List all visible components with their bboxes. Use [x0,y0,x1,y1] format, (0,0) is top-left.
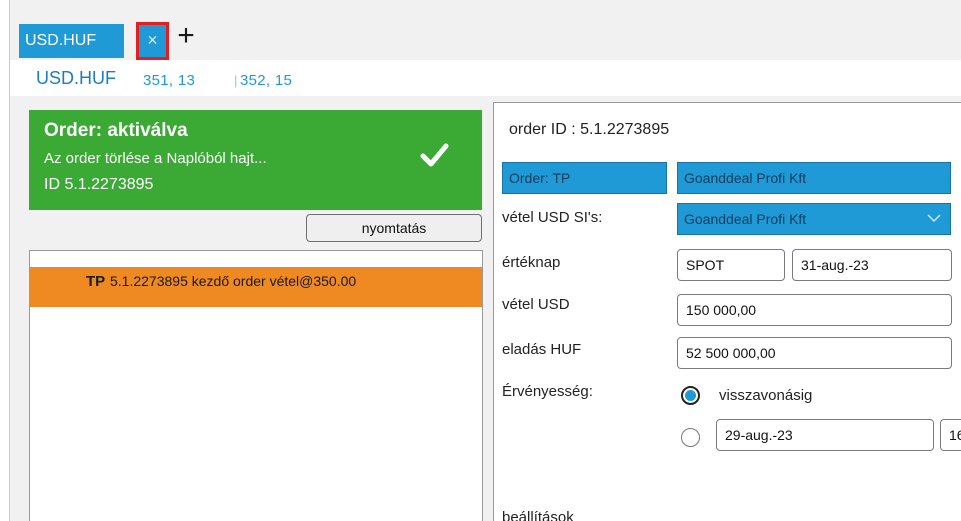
sell-amount-label: eladás HUF [502,341,582,358]
order-list-item[interactable]: TP 5.1.2273895 kezdő order vétel@350.00 [30,267,482,307]
order-summary: 5.1.2273895 kezdő order vétel@350.00 [110,273,357,289]
order-type-badge: Order: TP [502,162,667,194]
ask-rate: 352, 15 [240,72,293,89]
order-type-tag: TP [86,273,106,290]
app-frame: USD.HUF × + USD.HUF 351, 13 | 352, 15 Or… [9,0,961,521]
status-message: Az order törlése a Naplóból hajt... [44,150,267,167]
validity-date-radio[interactable] [681,428,700,447]
chevron-down-icon [927,214,941,223]
tab-bar: USD.HUF × + [10,11,961,60]
value-date-label: értéknap [502,254,561,271]
bid-rate: 351, 13 [143,72,196,89]
close-icon: × [147,30,158,50]
sell-amount-field[interactable]: 52 500 000,00 [677,337,952,369]
rate-separator: | [234,73,238,88]
status-order-id: ID 5.1.2273895 [44,176,154,193]
tab-label: USD.HUF [25,32,97,49]
counterparty-field: Goanddeal Profi Kft [677,162,951,194]
plus-icon: + [177,19,195,52]
order-type-row: Order: TP Goanddeal Profi Kft [494,162,961,194]
validity-date-field[interactable]: 29-aug.-23 [716,419,934,451]
order-status-banner: Order: aktiválva Az order törlése a Napl… [29,110,482,210]
value-date-field[interactable]: 31-aug.-23 [792,249,952,281]
tab-usd-huf[interactable]: USD.HUF [19,24,124,58]
print-button[interactable]: nyomtatás [306,214,482,242]
checkmark-icon [420,143,449,167]
buy-amount-field[interactable]: 150 000,00 [677,294,952,326]
window-edge [0,0,8,521]
validity-gtc-radio[interactable] [681,386,700,405]
ssi-label: vétel USD SI's: [502,209,603,226]
currency-pair: USD.HUF [36,68,116,88]
value-date-type-field[interactable]: SPOT [677,249,785,281]
order-list: TP 5.1.2273895 kezdő order vétel@350.00 [29,250,483,521]
validity-label: Érvényesség: [502,383,593,400]
validity-gtc-label: visszavonásig [719,387,813,404]
ssi-dropdown[interactable]: Goanddeal Profi Kft [677,203,951,235]
detail-order-id: order ID : 5.1.2273895 [509,121,670,138]
ssi-row: vétel USD SI's: Goanddeal Profi Kft [494,203,961,235]
validity-time-field[interactable]: 16 [940,419,961,451]
status-title: Order: aktiválva [44,120,188,141]
order-detail-panel: order ID : 5.1.2273895 Order: TP Goandde… [493,102,961,521]
tab-close-button[interactable]: × [136,22,169,60]
instrument-header: USD.HUF 351, 13 | 352, 15 [10,60,961,96]
buy-amount-label: vétel USD [502,296,570,313]
ssi-value: Goanddeal Profi Kft [684,211,807,227]
add-tab-button[interactable]: + [173,19,199,53]
settings-label[interactable]: beállítások [502,509,574,521]
